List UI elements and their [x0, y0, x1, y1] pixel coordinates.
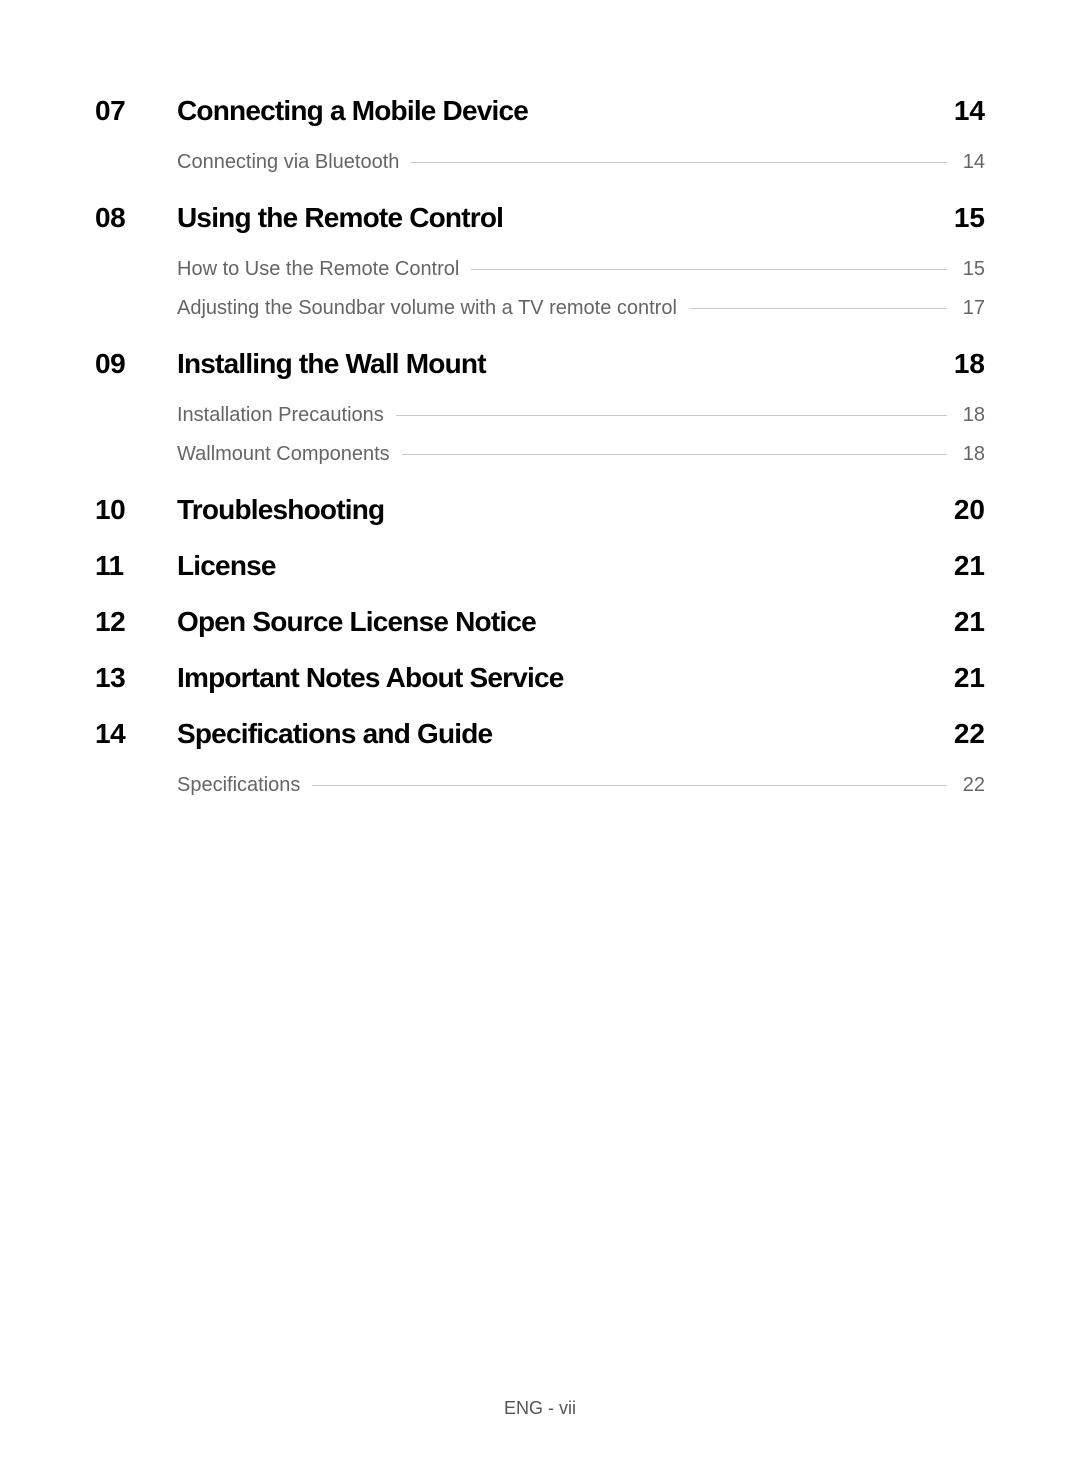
toc-leader-line — [312, 785, 947, 786]
toc-leader-line — [411, 162, 947, 163]
toc-subitem[interactable]: Installation Precautions 18 — [95, 404, 985, 427]
toc-heading[interactable]: 13Important Notes About Service21 — [95, 662, 985, 694]
toc-section: 13Important Notes About Service21 — [95, 662, 985, 694]
toc-subitem[interactable]: Adjusting the Soundbar volume with a TV … — [95, 297, 985, 320]
toc-subitem[interactable]: Wallmount Components 18 — [95, 443, 985, 466]
toc-subpage: 22 — [955, 774, 985, 797]
toc-subitem[interactable]: Specifications 22 — [95, 774, 985, 797]
toc-title: Open Source License Notice — [177, 606, 935, 638]
toc-section: 12Open Source License Notice21 — [95, 606, 985, 638]
toc-subtitle: Wallmount Components — [177, 443, 402, 466]
toc-number: 09 — [95, 348, 177, 380]
toc-leader-line — [689, 308, 947, 309]
toc-subtitle: Specifications — [177, 774, 312, 797]
toc-subitem[interactable]: How to Use the Remote Control 15 — [95, 258, 985, 281]
toc-title: Using the Remote Control — [177, 202, 935, 234]
toc-leader-line — [396, 415, 947, 416]
toc-title: Connecting a Mobile Device — [177, 95, 935, 127]
toc-number: 10 — [95, 494, 177, 526]
toc-number: 12 — [95, 606, 177, 638]
toc-subtitle: How to Use the Remote Control — [177, 258, 471, 281]
toc-title: Specifications and Guide — [177, 718, 935, 750]
toc-title: Important Notes About Service — [177, 662, 935, 694]
toc-subitem[interactable]: Connecting via Bluetooth 14 — [95, 151, 985, 174]
toc-number: 08 — [95, 202, 177, 234]
toc-page: 18 — [935, 348, 985, 380]
toc-page: 21 — [935, 606, 985, 638]
toc-subtitle: Connecting via Bluetooth — [177, 151, 411, 174]
toc-title: Troubleshooting — [177, 494, 935, 526]
toc-title: Installing the Wall Mount — [177, 348, 935, 380]
page-footer: ENG - vii — [0, 1398, 1080, 1419]
table-of-contents: 07Connecting a Mobile Device14Connecting… — [95, 95, 985, 797]
toc-subpage: 18 — [955, 404, 985, 427]
toc-number: 11 — [95, 550, 177, 582]
toc-section: 09Installing the Wall Mount18Installatio… — [95, 348, 985, 466]
toc-subpage: 17 — [955, 297, 985, 320]
toc-number: 07 — [95, 95, 177, 127]
toc-section: 11License21 — [95, 550, 985, 582]
toc-subtitle: Adjusting the Soundbar volume with a TV … — [177, 297, 689, 320]
toc-page: 21 — [935, 550, 985, 582]
toc-page: 14 — [935, 95, 985, 127]
toc-leader-line — [402, 454, 947, 455]
toc-subpage: 14 — [955, 151, 985, 174]
toc-leader-line — [471, 269, 947, 270]
toc-number: 13 — [95, 662, 177, 694]
toc-section: 10Troubleshooting20 — [95, 494, 985, 526]
toc-subtitle: Installation Precautions — [177, 404, 396, 427]
toc-page: 20 — [935, 494, 985, 526]
toc-section: 08Using the Remote Control15How to Use t… — [95, 202, 985, 320]
toc-heading[interactable]: 07Connecting a Mobile Device14 — [95, 95, 985, 127]
toc-heading[interactable]: 12Open Source License Notice21 — [95, 606, 985, 638]
toc-heading[interactable]: 08Using the Remote Control15 — [95, 202, 985, 234]
toc-heading[interactable]: 14Specifications and Guide22 — [95, 718, 985, 750]
toc-page: 21 — [935, 662, 985, 694]
toc-page: 15 — [935, 202, 985, 234]
toc-heading[interactable]: 11License21 — [95, 550, 985, 582]
toc-number: 14 — [95, 718, 177, 750]
toc-title: License — [177, 550, 935, 582]
toc-subpage: 15 — [955, 258, 985, 281]
toc-section: 14Specifications and Guide22Specificatio… — [95, 718, 985, 797]
toc-heading[interactable]: 09Installing the Wall Mount18 — [95, 348, 985, 380]
toc-heading[interactable]: 10Troubleshooting20 — [95, 494, 985, 526]
toc-subpage: 18 — [955, 443, 985, 466]
toc-page: 22 — [935, 718, 985, 750]
toc-section: 07Connecting a Mobile Device14Connecting… — [95, 95, 985, 174]
